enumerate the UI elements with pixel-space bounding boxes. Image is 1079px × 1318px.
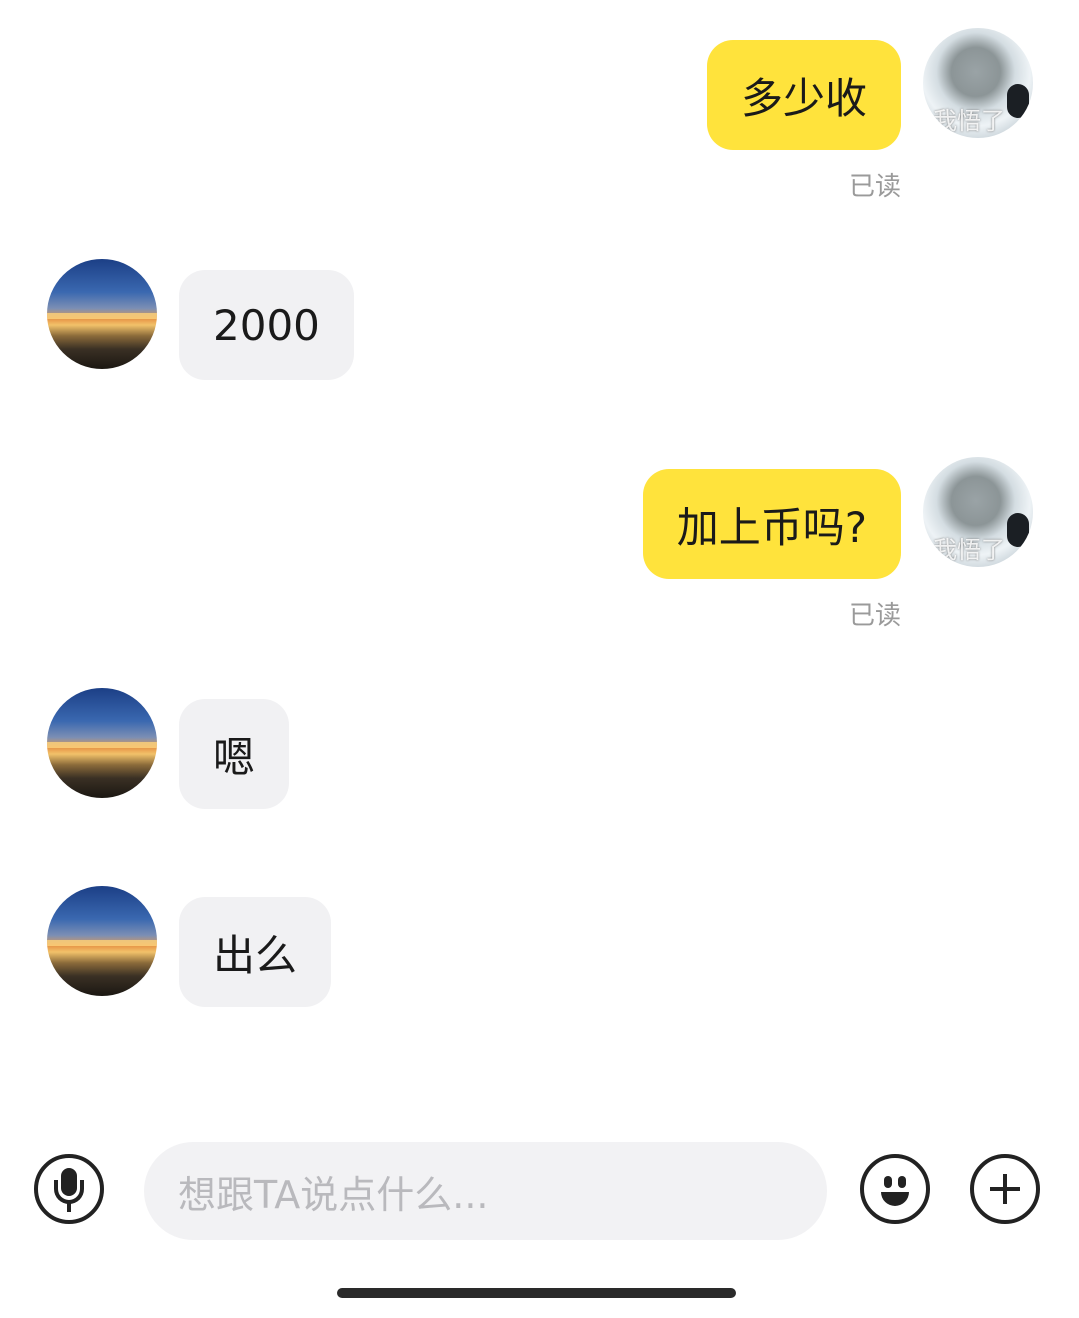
- read-status: 已读: [848, 601, 901, 631]
- my-avatar[interactable]: 我悟了: [923, 457, 1033, 567]
- message-text: 2000: [213, 300, 320, 350]
- home-indicator[interactable]: [337, 1288, 736, 1298]
- smiley-mouth: [881, 1192, 909, 1206]
- message-text: 嗯: [213, 732, 256, 782]
- plus-icon[interactable]: [970, 1154, 1040, 1224]
- avatar-detail: [47, 313, 157, 319]
- message-bubble-incoming[interactable]: 出么: [179, 897, 332, 1007]
- message-input-bar: 想跟TA说点什么...: [0, 1140, 1079, 1244]
- plus-vertical: [1003, 1174, 1007, 1204]
- microphone-stem: [67, 1202, 71, 1212]
- contact-avatar[interactable]: [47, 259, 157, 369]
- microphone-icon[interactable]: [34, 1154, 104, 1224]
- message-input[interactable]: 想跟TA说点什么...: [144, 1142, 827, 1240]
- avatar-detail: [1007, 513, 1029, 547]
- avatar-detail: [47, 940, 157, 946]
- message-text: 多少收: [740, 73, 867, 123]
- microphone-cup: [54, 1180, 84, 1204]
- read-status: 已读: [848, 172, 901, 202]
- message-bubble-outgoing[interactable]: 多少收: [706, 40, 901, 150]
- message-bubble-incoming[interactable]: 2000: [179, 270, 354, 380]
- message-text: 出么: [213, 930, 298, 980]
- avatar-detail: [47, 742, 157, 748]
- message-row-incoming: 嗯: [0, 688, 1079, 810]
- message-text: 加上币吗?: [676, 502, 867, 552]
- message-bubble-incoming[interactable]: 嗯: [179, 699, 290, 809]
- smiley-eye: [898, 1176, 906, 1188]
- my-avatar[interactable]: 我悟了: [923, 28, 1033, 138]
- contact-avatar[interactable]: [47, 886, 157, 996]
- smiley-eye: [884, 1176, 892, 1188]
- avatar-detail: [1007, 84, 1029, 118]
- smiley-face-icon[interactable]: [860, 1154, 930, 1224]
- avatar-watermark: 我悟了: [933, 107, 1005, 135]
- avatar-watermark: 我悟了: [933, 536, 1005, 564]
- message-row-incoming: 出么: [0, 886, 1079, 1008]
- message-input-placeholder: 想跟TA说点什么...: [178, 1172, 489, 1217]
- contact-avatar[interactable]: [47, 688, 157, 798]
- message-row-incoming: 2000: [0, 259, 1079, 381]
- message-row-outgoing: 多少收 我悟了 已读: [0, 28, 1079, 208]
- message-bubble-outgoing[interactable]: 加上币吗?: [642, 469, 901, 579]
- chat-screen: 多少收 我悟了 已读 2000 加上币吗? 我悟了 已读 嗯 出么 想跟TA说点…: [0, 0, 1079, 1318]
- message-row-outgoing: 加上币吗? 我悟了 已读: [0, 457, 1079, 637]
